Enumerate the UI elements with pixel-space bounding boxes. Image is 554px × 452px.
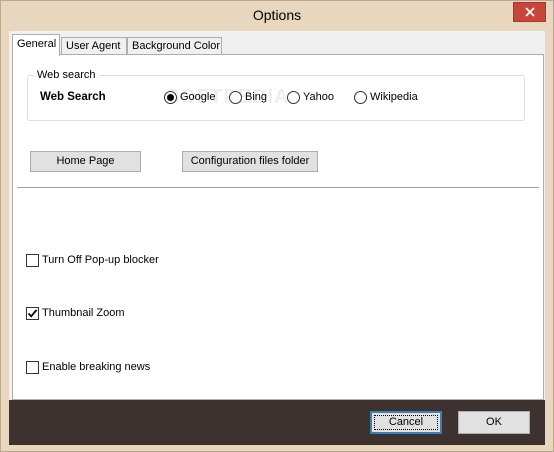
cancel-button[interactable]: Cancel [370, 411, 442, 434]
breaking-news-label: Enable breaking news [42, 361, 151, 373]
radio-bing-circle[interactable] [229, 90, 242, 104]
checkmark-icon [27, 308, 38, 318]
popup-blocker-box[interactable] [26, 253, 39, 267]
radio-wikipedia-label: Wikipedia [370, 91, 418, 103]
radio-google-label: Google [180, 91, 216, 103]
tab-general[interactable]: General [12, 34, 60, 56]
web-search-label: Web Search [40, 91, 106, 103]
radio-bing[interactable]: Bing [229, 90, 267, 104]
radio-yahoo-label: Yahoo [303, 91, 334, 103]
radio-selected-dot [167, 93, 174, 101]
general-tab-page: Web search SOFTPEDIA Web Search Google B… [12, 54, 544, 400]
tab-background-color[interactable]: Background Color [127, 37, 222, 55]
checkbox-thumbnail-zoom[interactable]: Thumbnail Zoom [26, 306, 125, 320]
ok-button[interactable]: OK [458, 411, 530, 434]
options-window: Options General User Agent Background Co… [0, 0, 554, 452]
thumbnail-zoom-box[interactable] [26, 306, 39, 320]
breaking-news-box[interactable] [26, 360, 39, 374]
radio-wikipedia[interactable]: Wikipedia [354, 90, 418, 104]
close-button[interactable] [513, 2, 546, 22]
web-search-legend: Web search [34, 68, 99, 82]
home-page-button[interactable]: Home Page [30, 151, 141, 172]
thumbnail-zoom-label: Thumbnail Zoom [42, 307, 125, 319]
web-search-group: Web search SOFTPEDIA Web Search Google B… [27, 68, 525, 121]
config-folder-button[interactable]: Configuration files folder [182, 151, 318, 172]
radio-google[interactable]: Google [164, 90, 215, 104]
dialog-client: General User Agent Background Color Web … [9, 31, 545, 445]
checkbox-breaking-news[interactable]: Enable breaking news [26, 360, 150, 374]
radio-yahoo[interactable]: Yahoo [287, 90, 334, 104]
separator [17, 187, 539, 189]
radio-google-circle[interactable] [164, 90, 177, 104]
close-icon [524, 7, 535, 17]
tab-user-agent[interactable]: User Agent [61, 37, 127, 55]
radio-wikipedia-circle[interactable] [354, 90, 367, 104]
tab-strip: General User Agent Background Color [12, 33, 542, 56]
window-title: Options [252, 7, 302, 23]
title-bar[interactable]: Options [1, 1, 553, 31]
radio-bing-label: Bing [245, 91, 268, 103]
focus-rect [374, 415, 438, 430]
popup-blocker-label: Turn Off Pop-up blocker [42, 254, 159, 266]
checkbox-popup-blocker[interactable]: Turn Off Pop-up blocker [26, 253, 159, 267]
radio-yahoo-circle[interactable] [287, 90, 300, 104]
